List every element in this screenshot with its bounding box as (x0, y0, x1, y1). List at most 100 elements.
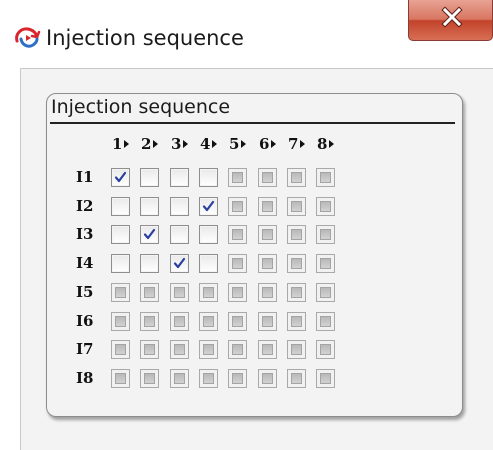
sequence-checkbox-i3-2[interactable] (140, 225, 159, 244)
column-header-label: 3 (171, 135, 182, 153)
play-arrow-icon (329, 140, 335, 148)
column-header-2: 2 (141, 134, 171, 154)
sequence-checkbox-i6-8 (316, 312, 335, 331)
close-icon (441, 6, 463, 28)
sequence-checkbox-i5-1 (111, 283, 130, 302)
sequence-checkbox-i5-7 (287, 283, 306, 302)
row-header-i6: I6 (76, 312, 94, 330)
dialog-window: Injection sequence Injection sequence 12… (0, 0, 493, 450)
row-header-i3: I3 (76, 225, 94, 243)
column-header-label: 5 (229, 135, 240, 153)
checkmark-icon (114, 171, 127, 183)
column-header-6: 6 (259, 134, 289, 154)
sequence-checkbox-i5-6 (258, 283, 277, 302)
sequence-checkbox-i4-8 (316, 254, 335, 273)
checkmark-icon (143, 228, 156, 240)
column-header-label: 4 (200, 135, 211, 153)
group-title-divider (50, 122, 455, 124)
sequence-checkbox-i1-4[interactable] (199, 168, 218, 187)
sequence-checkbox-i3-7 (287, 225, 306, 244)
sequence-checkbox-i2-7 (287, 197, 306, 216)
sequence-checkbox-i8-3 (170, 369, 189, 388)
sequence-checkbox-i2-1[interactable] (111, 197, 130, 216)
play-arrow-icon (241, 140, 247, 148)
sequence-checkbox-i5-4 (199, 283, 218, 302)
row-header-i2: I2 (76, 197, 94, 215)
sequence-app-icon (15, 27, 41, 48)
column-header-label: 2 (141, 135, 152, 153)
sequence-checkbox-i3-1[interactable] (111, 225, 130, 244)
column-header-8: 8 (317, 134, 347, 154)
sequence-checkbox-i4-4[interactable] (199, 254, 218, 273)
sequence-checkbox-i6-5 (228, 312, 247, 331)
sequence-checkbox-i4-1[interactable] (111, 254, 130, 273)
sequence-checkbox-i2-6 (258, 197, 277, 216)
group-title: Injection sequence (51, 96, 231, 118)
sequence-checkbox-i2-5 (228, 197, 247, 216)
close-button[interactable] (408, 0, 493, 41)
sequence-checkbox-i5-5 (228, 283, 247, 302)
column-header-label: 8 (317, 135, 328, 153)
sequence-checkbox-i4-6 (258, 254, 277, 273)
sequence-checkbox-i8-1 (111, 369, 130, 388)
sequence-checkbox-i6-7 (287, 312, 306, 331)
sequence-checkbox-i7-8 (316, 340, 335, 359)
sequence-checkbox-i5-2 (140, 283, 159, 302)
sequence-checkbox-i2-2[interactable] (140, 197, 159, 216)
sequence-checkbox-i3-3[interactable] (170, 225, 189, 244)
sequence-checkbox-i3-4[interactable] (199, 225, 218, 244)
sequence-checkbox-i2-8 (316, 197, 335, 216)
sequence-checkbox-i1-1[interactable] (111, 168, 130, 187)
sequence-checkbox-i7-6 (258, 340, 277, 359)
play-arrow-icon (153, 140, 159, 148)
sequence-checkbox-i6-2 (140, 312, 159, 331)
sequence-checkbox-i8-5 (228, 369, 247, 388)
checkmark-icon (202, 200, 215, 212)
column-header-7: 7 (288, 134, 318, 154)
sequence-checkbox-i8-8 (316, 369, 335, 388)
sequence-checkbox-i4-2[interactable] (140, 254, 159, 273)
sequence-checkbox-i4-7 (287, 254, 306, 273)
row-header-i7: I7 (76, 340, 94, 358)
sequence-checkbox-i8-7 (287, 369, 306, 388)
sequence-checkbox-i8-2 (140, 369, 159, 388)
column-header-1: 1 (112, 134, 142, 154)
column-header-label: 1 (112, 135, 123, 153)
row-header-i8: I8 (76, 369, 94, 387)
sequence-checkbox-i1-6 (258, 168, 277, 187)
sequence-checkbox-i1-8 (316, 168, 335, 187)
sequence-checkbox-i7-4 (199, 340, 218, 359)
sequence-checkbox-i7-7 (287, 340, 306, 359)
checkmark-icon (173, 257, 186, 269)
sequence-checkbox-i2-3[interactable] (170, 197, 189, 216)
play-arrow-icon (212, 140, 218, 148)
play-arrow-icon (124, 140, 130, 148)
sequence-checkbox-i1-3[interactable] (170, 168, 189, 187)
column-header-4: 4 (200, 134, 230, 154)
sequence-checkbox-i1-7 (287, 168, 306, 187)
sequence-checkbox-i8-6 (258, 369, 277, 388)
sequence-checkbox-i1-2[interactable] (140, 168, 159, 187)
column-header-5: 5 (229, 134, 259, 154)
column-header-label: 7 (288, 135, 299, 153)
column-header-label: 6 (259, 135, 270, 153)
sequence-checkbox-i2-4[interactable] (199, 197, 218, 216)
column-header-3: 3 (171, 134, 201, 154)
sequence-checkbox-i3-5 (228, 225, 247, 244)
sequence-checkbox-i6-4 (199, 312, 218, 331)
row-header-i1: I1 (76, 168, 94, 186)
sequence-checkbox-i4-3[interactable] (170, 254, 189, 273)
window-title: Injection sequence (46, 26, 244, 50)
sequence-checkbox-i7-3 (170, 340, 189, 359)
sequence-checkbox-i7-5 (228, 340, 247, 359)
sequence-checkbox-i3-8 (316, 225, 335, 244)
sequence-checkbox-i7-2 (140, 340, 159, 359)
play-arrow-icon (183, 140, 189, 148)
sequence-checkbox-i8-4 (199, 369, 218, 388)
sequence-checkbox-i6-6 (258, 312, 277, 331)
sequence-checkbox-i6-1 (111, 312, 130, 331)
sequence-checkbox-i3-6 (258, 225, 277, 244)
sequence-checkbox-i5-8 (316, 283, 335, 302)
sequence-checkbox-i6-3 (170, 312, 189, 331)
sequence-checkbox-i7-1 (111, 340, 130, 359)
